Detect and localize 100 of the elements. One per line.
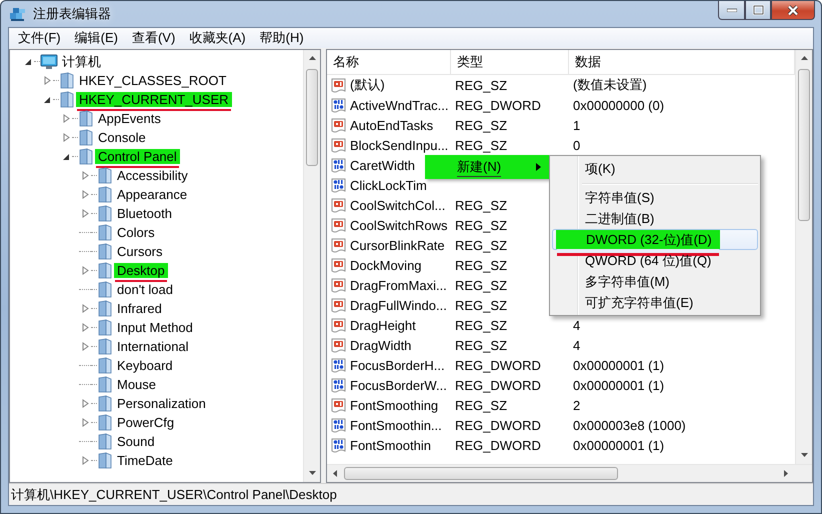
tree-item[interactable]: Mouse: [114, 377, 160, 392]
value-name[interactable]: FocusBorderW...: [350, 378, 447, 392]
submenu-item[interactable]: 可扩充字符串值(E): [552, 292, 758, 313]
menu-item[interactable]: 新建(N): [425, 155, 549, 179]
tree-item[interactable]: PowerCfg: [114, 415, 178, 430]
registry-key-icon: [59, 91, 75, 108]
value-name[interactable]: AutoEndTasks: [350, 118, 434, 132]
collapsed-arrow-icon[interactable]: [82, 399, 88, 408]
registry-key-icon: [78, 110, 94, 127]
column-header[interactable]: 类型: [451, 50, 569, 74]
submenu-item[interactable]: DWORD (32-位)值(D): [552, 229, 758, 250]
value-name[interactable]: ClickLockTim: [350, 178, 427, 192]
collapsed-arrow-icon[interactable]: [82, 209, 88, 218]
value-name[interactable]: DockMoving: [350, 258, 422, 272]
tree-item[interactable]: Colors: [114, 225, 158, 240]
scroll-up-arrow-icon[interactable]: [800, 54, 808, 63]
registry-key-icon: [97, 414, 113, 431]
value-name[interactable]: DragHeight: [350, 318, 416, 332]
value-name[interactable]: CaretWidth: [350, 158, 416, 172]
collapsed-arrow-icon[interactable]: [62, 114, 70, 123]
tree-item[interactable]: don't load: [114, 282, 176, 297]
value-type: REG_SZ: [454, 278, 508, 292]
value-name[interactable]: CursorBlinkRate: [350, 238, 445, 252]
maximize-button[interactable]: [745, 1, 771, 20]
value-name[interactable]: FocusBorderH...: [350, 358, 445, 372]
tree-item[interactable]: Accessibility: [114, 168, 191, 183]
column-header[interactable]: 名称: [327, 50, 451, 74]
value-type: REG_SZ: [454, 78, 508, 92]
value-type: REG_SZ: [454, 118, 508, 132]
menu-item[interactable]: 帮助(H): [252, 29, 311, 47]
menu-item[interactable]: 编辑(E): [68, 29, 125, 47]
expanded-arrow-icon[interactable]: [43, 96, 51, 104]
tree-item[interactable]: TimeDate: [114, 453, 176, 468]
tree-item[interactable]: Bluetooth: [114, 206, 175, 221]
value-type: REG_SZ: [454, 218, 508, 232]
collapsed-arrow-icon[interactable]: [82, 171, 88, 180]
value-name[interactable]: CoolSwitchRows: [350, 218, 448, 232]
submenu-item[interactable]: 字符串值(S): [552, 187, 758, 208]
value-data: (数值未设置): [572, 76, 648, 94]
tree-item[interactable]: 计算机: [59, 54, 104, 69]
value-name[interactable]: ActiveWndTrac...: [350, 98, 448, 112]
close-button[interactable]: [771, 1, 815, 20]
tree-item[interactable]: Infrared: [114, 301, 165, 316]
collapsed-arrow-icon[interactable]: [44, 76, 50, 85]
collapsed-arrow-icon[interactable]: [82, 304, 88, 313]
collapsed-arrow-icon[interactable]: [62, 133, 70, 142]
value-data: 4: [572, 338, 582, 352]
window-title: 注册表编辑器: [33, 4, 111, 22]
collapsed-arrow-icon[interactable]: [82, 323, 88, 332]
scrollbar-thumb[interactable]: [344, 467, 618, 480]
minimize-button[interactable]: [718, 1, 745, 20]
collapsed-arrow-icon[interactable]: [82, 456, 88, 465]
value-type: REG_SZ: [454, 238, 508, 252]
scroll-left-arrow-icon[interactable]: [331, 469, 340, 478]
tree-item[interactable]: Input Method: [114, 320, 196, 335]
menu-item[interactable]: 查看(V): [124, 29, 182, 47]
tree-item[interactable]: Personalization: [114, 396, 209, 411]
value-name[interactable]: FontSmoothin...: [350, 418, 442, 432]
tree-item[interactable]: AppEvents: [95, 111, 164, 126]
menu-item[interactable]: 文件(F): [11, 29, 68, 47]
value-name[interactable]: DragFromMaxi...: [350, 278, 447, 292]
value-name[interactable]: BlockSendInpu...: [350, 138, 448, 152]
tree-item[interactable]: Desktop: [114, 263, 168, 278]
registry-key-icon: [97, 205, 113, 222]
value-name[interactable]: DragWidth: [350, 338, 412, 352]
tree-item[interactable]: Cursors: [114, 244, 166, 259]
collapsed-arrow-icon[interactable]: [82, 418, 88, 427]
collapsed-arrow-icon[interactable]: [82, 342, 88, 351]
collapsed-arrow-icon[interactable]: [82, 190, 88, 199]
value-name[interactable]: FontSmoothing: [350, 398, 438, 412]
expanded-arrow-icon[interactable]: [62, 152, 70, 160]
value-name[interactable]: DragFullWindo...: [350, 298, 447, 312]
menu-item[interactable]: 收藏夹(A): [182, 29, 253, 47]
tree-item[interactable]: HKEY_CURRENT_USER: [76, 92, 232, 107]
value-data: 0x00000001 (1): [572, 438, 666, 452]
submenu-item[interactable]: 二进制值(B): [552, 208, 758, 229]
submenu-item[interactable]: QWORD (64 位)值(Q): [552, 250, 758, 271]
tree-item[interactable]: Sound: [114, 434, 158, 449]
value-type: REG_SZ: [454, 198, 508, 212]
tree-item[interactable]: Control Panel: [95, 149, 180, 164]
tree-item[interactable]: Appearance: [114, 187, 190, 202]
tree-item[interactable]: HKEY_CLASSES_ROOT: [76, 73, 230, 88]
scrollbar-thumb[interactable]: [306, 69, 318, 166]
scroll-up-arrow-icon[interactable]: [308, 54, 316, 63]
expanded-arrow-icon[interactable]: [24, 58, 32, 66]
submenu-item[interactable]: 多字符串值(M): [552, 271, 758, 292]
scrollbar-thumb[interactable]: [798, 69, 810, 221]
tree-item[interactable]: Keyboard: [114, 358, 176, 373]
tree-item[interactable]: Console: [95, 130, 149, 145]
value-name[interactable]: FontSmoothin: [350, 438, 431, 452]
value-type: REG_SZ: [454, 318, 508, 332]
registry-key-icon: [78, 129, 94, 146]
value-name[interactable]: CoolSwitchCol...: [350, 198, 446, 212]
value-type: REG_SZ: [454, 398, 508, 412]
collapsed-arrow-icon[interactable]: [82, 266, 88, 275]
submenu-item[interactable]: 项(K): [552, 158, 758, 180]
value-name[interactable]: (默认): [350, 76, 385, 94]
value-type: REG_DWORD: [454, 418, 542, 432]
registry-key-icon: [97, 338, 113, 355]
tree-item[interactable]: International: [114, 339, 192, 354]
